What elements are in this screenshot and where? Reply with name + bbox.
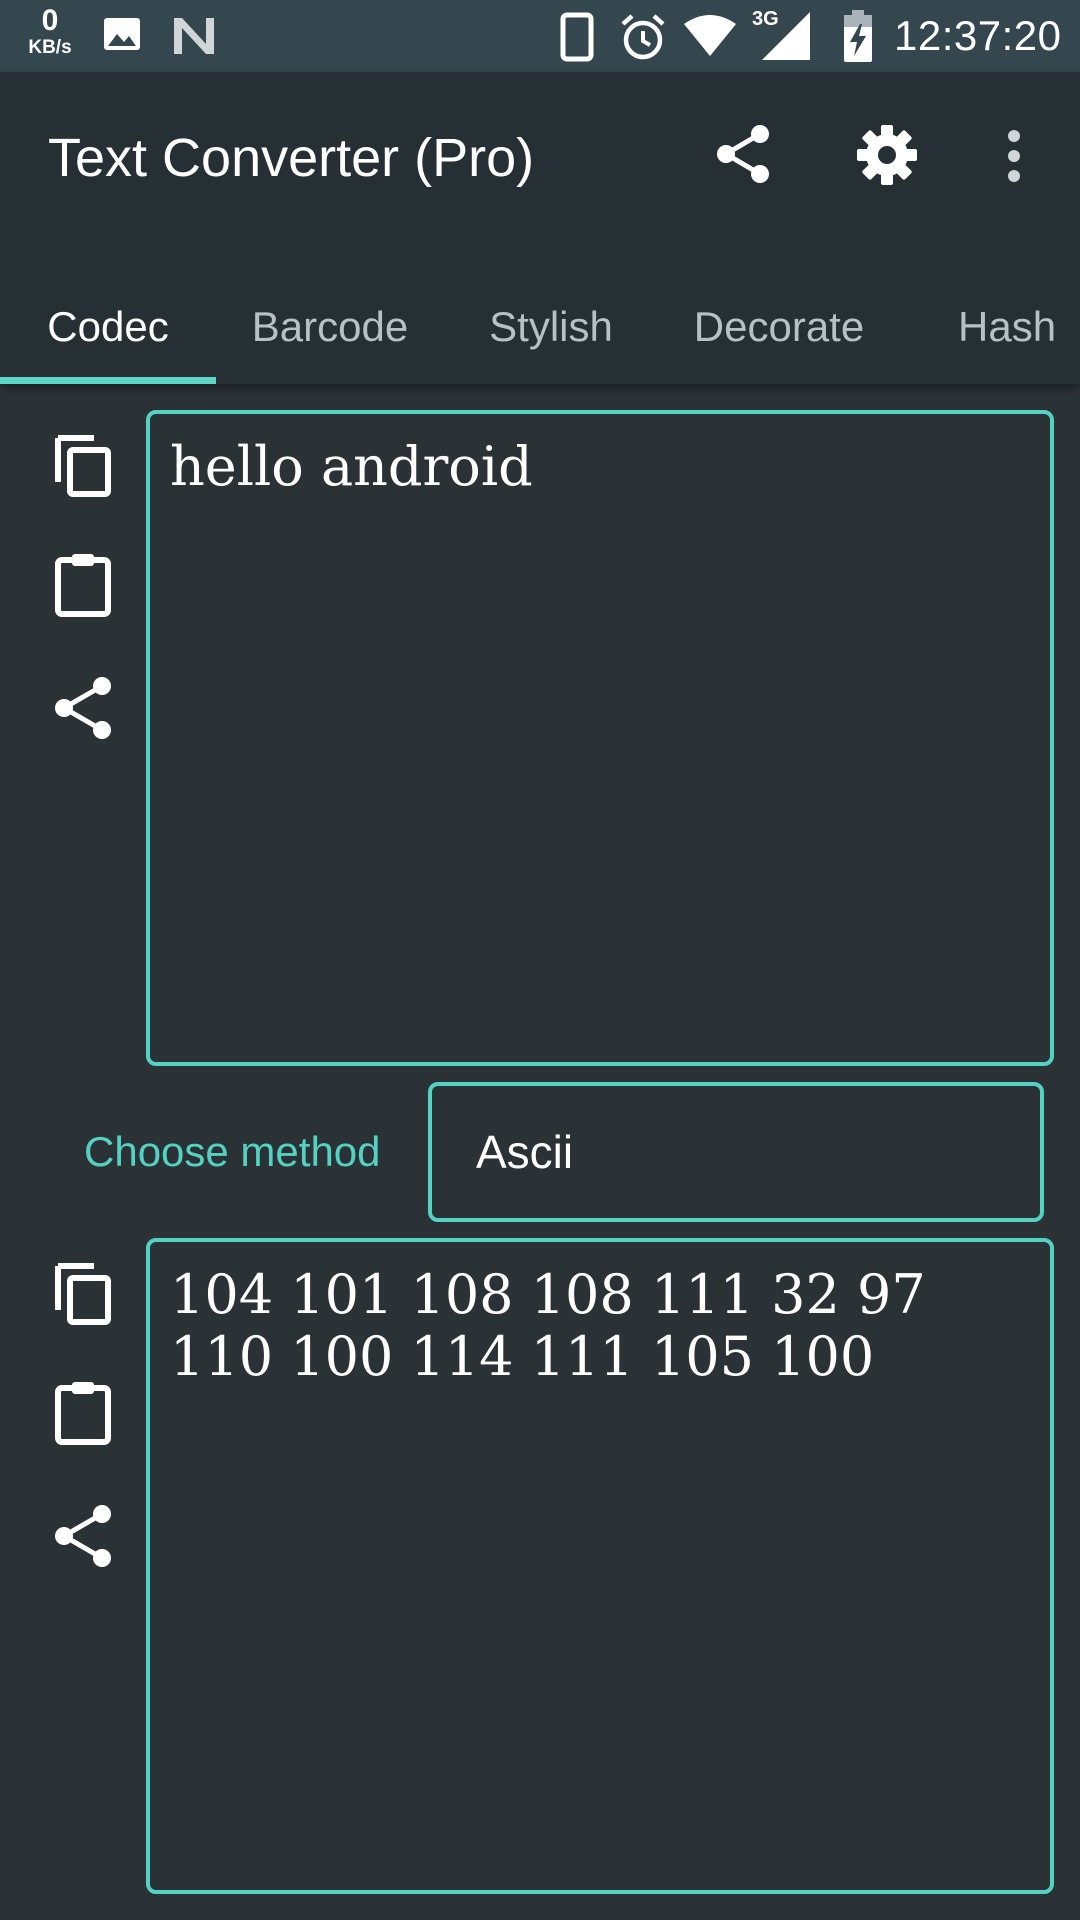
share-icon[interactable]	[50, 1502, 118, 1570]
phone-icon	[560, 12, 594, 62]
paste-clipboard-icon[interactable]	[50, 1378, 118, 1446]
active-tab-indicator	[0, 377, 216, 384]
method-dropdown[interactable]: Ascii	[428, 1082, 1044, 1222]
net-speed-indicator: 0 KB/s	[22, 4, 78, 58]
battery-charging-icon	[844, 10, 872, 62]
tab-label: Hash	[958, 303, 1057, 350]
choose-method-label[interactable]: Choose method	[84, 1124, 381, 1180]
tab-label: Barcode	[251, 303, 409, 350]
paste-clipboard-icon[interactable]	[50, 550, 118, 618]
wifi-icon	[684, 15, 736, 56]
input-text-field[interactable]: hello android	[146, 410, 1054, 1066]
method-selected-value: Ascii	[476, 1126, 574, 1178]
net-speed-value: 0	[41, 4, 59, 37]
app-title: Text Converter (Pro)	[48, 128, 535, 188]
status-bar: 0 KB/s 3G 12:37:20	[0, 0, 1080, 72]
tab-label: Decorate	[693, 303, 865, 350]
image-icon	[104, 18, 140, 50]
share-icon[interactable]	[50, 674, 118, 742]
tab-barcode[interactable]: Barcode	[216, 270, 444, 384]
tab-label: Codec	[47, 303, 169, 350]
output-text-field[interactable]: 104 101 108 108 111 32 97 110 100 114 11…	[146, 1238, 1054, 1894]
tab-codec[interactable]: Codec	[0, 270, 216, 384]
tab-bar: Codec Barcode Stylish Decorate Hash	[0, 270, 1080, 384]
share-icon[interactable]	[712, 122, 776, 186]
alarm-icon	[621, 14, 665, 60]
tab-hash[interactable]: Hash	[900, 270, 1080, 384]
cellular-signal-icon	[762, 12, 810, 60]
more-options-icon[interactable]	[998, 128, 1030, 184]
copy-icon[interactable]	[50, 432, 118, 500]
tab-stylish[interactable]: Stylish	[444, 270, 658, 384]
copy-icon[interactable]	[50, 1260, 118, 1328]
tab-decorate[interactable]: Decorate	[658, 270, 900, 384]
clock: 12:37:20	[894, 12, 1062, 59]
tab-label: Stylish	[489, 303, 613, 350]
settings-gear-icon[interactable]	[856, 124, 918, 186]
net-speed-unit: KB/s	[28, 37, 72, 58]
n-notification-icon	[174, 18, 214, 54]
app-bar: Text Converter (Pro) Codec Barcode Styli…	[0, 72, 1080, 384]
